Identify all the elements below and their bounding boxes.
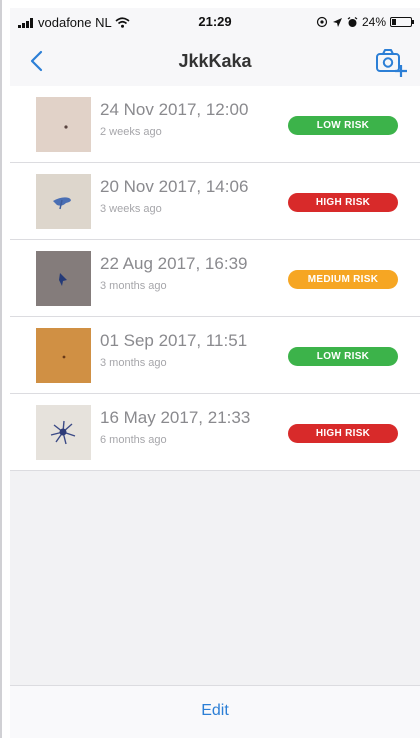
list-item[interactable]: 16 May 2017, 21:33 6 months ago HIGH RIS… — [10, 394, 420, 471]
entry-date: 20 Nov 2017, 14:06 — [100, 177, 249, 196]
skin-spot-photo — [36, 405, 91, 460]
entry-date: 01 Sep 2017, 11:51 — [100, 331, 248, 350]
list-item[interactable]: 24 Nov 2017, 12:00 2 weeks ago LOW RISK — [10, 86, 420, 163]
page-title: JkkKaka — [178, 51, 252, 71]
location-icon — [316, 16, 328, 28]
risk-badge: LOW RISK — [288, 347, 398, 366]
status-bar: vodafone NL 21:29 24% — [10, 8, 420, 36]
navigation-bar: JkkKaka — [10, 36, 420, 87]
risk-badge: LOW RISK — [288, 116, 398, 135]
entry-date: 16 May 2017, 21:33 — [100, 408, 251, 427]
list-item[interactable]: 01 Sep 2017, 11:51 3 months ago LOW RISK — [10, 317, 420, 394]
skin-spot-photo — [36, 174, 91, 229]
add-photo-camera-icon[interactable] — [374, 46, 408, 78]
entry-date: 22 Aug 2017, 16:39 — [100, 254, 248, 273]
list-item[interactable]: 20 Nov 2017, 14:06 3 weeks ago HIGH RISK — [10, 163, 420, 240]
battery-percent: 24% — [361, 15, 386, 29]
screen-edge — [0, 0, 2, 738]
bottom-toolbar: Edit — [10, 685, 420, 738]
alarm-icon — [347, 16, 358, 27]
navigation-arrow-icon — [332, 17, 342, 27]
assessment-list: 24 Nov 2017, 12:00 2 weeks ago LOW RISK … — [10, 86, 420, 471]
entry-relative-time: 3 months ago — [100, 280, 167, 292]
battery-level-fill — [392, 19, 396, 25]
skin-spot-photo — [36, 251, 91, 306]
entry-relative-time: 2 weeks ago — [100, 126, 162, 138]
entry-relative-time: 3 weeks ago — [100, 203, 162, 215]
risk-badge: HIGH RISK — [288, 193, 398, 212]
status-right: 24% — [316, 15, 414, 29]
skin-spot-photo — [36, 97, 91, 152]
edit-button[interactable]: Edit — [10, 702, 420, 720]
skin-spot-photo — [36, 328, 91, 383]
list-item[interactable]: 22 Aug 2017, 16:39 3 months ago MEDIUM R… — [10, 240, 420, 317]
app-screen: vodafone NL 21:29 24% JkkKaka 24 Nov 201… — [10, 8, 420, 738]
risk-badge: HIGH RISK — [288, 424, 398, 443]
risk-badge: MEDIUM RISK — [288, 270, 398, 289]
entry-relative-time: 3 months ago — [100, 357, 167, 369]
entry-date: 24 Nov 2017, 12:00 — [100, 100, 249, 119]
battery-icon — [390, 17, 414, 27]
entry-relative-time: 6 months ago — [100, 434, 167, 446]
